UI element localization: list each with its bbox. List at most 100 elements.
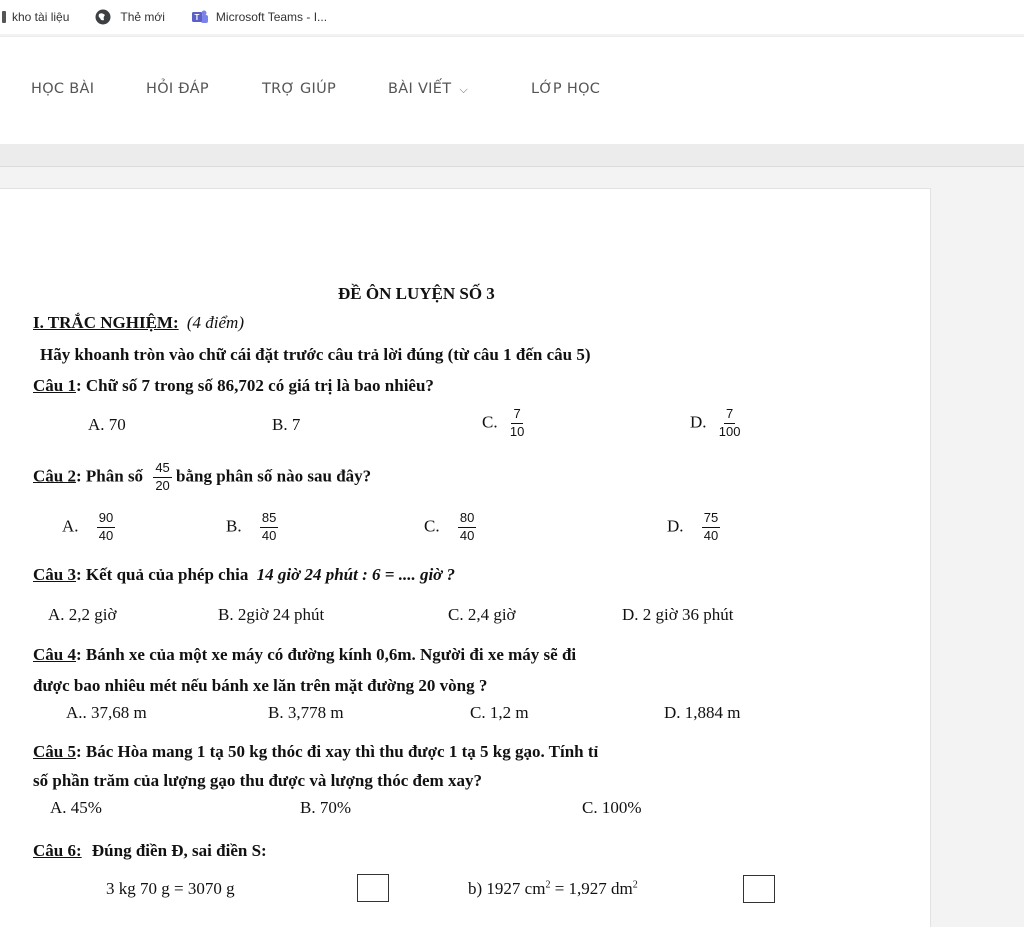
q6-item-a: 3 kg 70 g = 3070 g (106, 879, 235, 898)
fraction: 45 20 (153, 460, 172, 494)
q3-expression: 14 giờ 24 phút : 6 = .... giờ ? (256, 565, 456, 584)
option-letter: C. (482, 412, 498, 432)
q2-option-d: D. 75 40 (667, 510, 721, 544)
q2-option-a: A. 90 40 (62, 510, 116, 544)
numerator: 85 (259, 510, 279, 528)
bookmark-label: kho tài liệu (12, 10, 70, 24)
bookmark-microsoft-teams[interactable]: T Microsoft Teams - I... (191, 9, 327, 25)
option-letter: C. (424, 516, 440, 536)
q3-option-d: D. 2 giờ 36 phút (622, 605, 734, 624)
answer-box-b (743, 875, 775, 903)
q3-body: : Kết quả của phép chia (75, 565, 249, 584)
fraction: 7 10 (508, 406, 526, 440)
item-b-part2: = 1,927 dm (550, 879, 633, 898)
svg-text:T: T (194, 13, 199, 22)
q4-option-c: C. 1,2 m (470, 703, 529, 722)
q1-option-c: C. 7 10 (482, 406, 526, 440)
site-nav: HỌC BÀI HỎI ĐÁP TRỢ GIÚP BÀI VIẾT ⌵ LỚP H… (0, 36, 1024, 145)
q3-option-c: C. 2,4 giờ (448, 605, 516, 624)
q4-option-b: B. 3,778 m (268, 703, 344, 722)
denominator: 100 (718, 423, 741, 439)
q4-text-line2: được bao nhiêu mét nếu bánh xe lăn trên … (33, 676, 488, 695)
denominator: 40 (261, 527, 277, 543)
chevron-down-icon: ⌵ (459, 83, 469, 96)
q5-body: : Bác Hòa mang 1 tạ 50 kg thóc đi xay th… (75, 742, 599, 761)
q5-option-b: B. 70% (300, 798, 351, 817)
fraction: 85 40 (259, 510, 279, 544)
denominator: 10 (509, 423, 525, 439)
numerator: 75 (701, 510, 721, 528)
numerator: 7 (511, 406, 523, 424)
globe-icon (95, 9, 111, 25)
q6-text: Câu 6: Đúng điền Đ, sai điền S: (33, 842, 267, 859)
denominator: 40 (98, 527, 114, 543)
q5-option-c: C. 100% (582, 798, 642, 817)
q6-item-b: b) 1927 cm2 = 1,927 dm2 (468, 880, 638, 897)
teams-icon: T (191, 9, 208, 25)
q4-text-line1: Câu 4: Bánh xe của một xe máy có đường k… (33, 646, 576, 663)
q3-label: Câu 3 (33, 565, 76, 584)
bookmark-kho-tai-lieu[interactable]: kho tài liệu (2, 10, 69, 24)
q1-body: : Chữ số 7 trong số 86,702 có giá trị là… (75, 376, 434, 395)
numerator: 7 (724, 406, 736, 424)
q2-option-c: C. 80 40 (424, 510, 477, 544)
option-letter: A. (62, 516, 79, 536)
q3-option-b: B. 2giờ 24 phút (218, 605, 325, 624)
q3-option-a: A. 2,2 giờ (48, 605, 117, 624)
q5-option-a: A. 45% (50, 798, 102, 817)
q2-option-b: B. 85 40 (226, 510, 279, 544)
nav-bai-viet-label: BÀI VIẾT (388, 81, 452, 97)
option-letter: D. (667, 516, 684, 536)
q4-option-d: D. 1,884 m (664, 703, 741, 722)
numerator: 80 (457, 510, 477, 528)
denominator: 40 (703, 527, 719, 543)
divider-strip (0, 144, 1024, 167)
bookmark-icon (2, 11, 6, 23)
q5-text-line1: Câu 5: Bác Hòa mang 1 tạ 50 kg thóc đi x… (33, 743, 598, 760)
q5-text-line2: số phần trăm của lượng gạo thu được và l… (33, 771, 482, 790)
fraction: 7 100 (717, 406, 743, 440)
q2-label: Câu 2 (33, 466, 76, 486)
q4-body: : Bánh xe của một xe máy có đường kính 0… (75, 645, 577, 664)
q6-label: Câu 6: (33, 841, 82, 860)
denominator: 40 (459, 527, 475, 543)
option-letter: D. (690, 412, 707, 432)
bookmark-label: Thẻ mới (120, 10, 165, 24)
numerator: 90 (96, 510, 116, 528)
nav-bai-viet[interactable]: BÀI VIẾT ⌵ (388, 81, 468, 97)
item-b-part1: b) 1927 cm (468, 879, 546, 898)
document-image: ĐỀ ÔN LUYỆN SỐ 3 I. TRẮC NGHIỆM: (4 điểm… (0, 188, 931, 927)
bookmark-the-moi[interactable]: Thẻ mới (95, 9, 165, 25)
instruction: Hãy khoanh tròn vào chữ cái đặt trước câ… (40, 345, 591, 364)
q2-body-end: bằng phân số nào sau đây? (176, 466, 372, 486)
q1-option-d: D. 7 100 (690, 406, 743, 440)
numerator: 45 (153, 460, 172, 478)
q2-text: Câu 2: Phân số 45 20 bằng phân số nào sau… (33, 460, 372, 494)
denominator: 20 (155, 477, 170, 493)
doc-title: ĐỀ ÔN LUYỆN SỐ 3 (338, 284, 495, 303)
section-points: (4 điểm) (186, 313, 244, 332)
nav-hoc-bai[interactable]: HỌC BÀI (31, 81, 94, 97)
section-heading: I. TRẮC NGHIỆM: (4 điểm) (33, 314, 244, 331)
q1-option-a: A. 70 (88, 415, 126, 434)
q1-text: Câu 1: Chữ số 7 trong số 86,702 có giá t… (33, 377, 434, 394)
fraction: 75 40 (701, 510, 721, 544)
q4-label: Câu 4 (33, 645, 76, 664)
fraction: 90 40 (96, 510, 116, 544)
superscript: 2 (632, 879, 638, 891)
option-letter: B. (226, 516, 242, 536)
q2-body: : Phân số (75, 466, 144, 486)
q1-label: Câu 1 (33, 376, 76, 395)
answer-box-a (357, 874, 389, 902)
fraction: 80 40 (457, 510, 477, 544)
q5-label: Câu 5 (33, 742, 76, 761)
nav-tro-giup[interactable]: TRỢ GIÚP (262, 81, 336, 97)
bookmarks-bar: kho tài liệu Thẻ mới T Microsoft Teams -… (0, 0, 1024, 34)
nav-lop-hoc[interactable]: LỚP HỌC (531, 81, 600, 97)
nav-hoi-dap[interactable]: HỎI ĐÁP (146, 81, 209, 97)
q4-option-a: A.. 37,68 m (66, 703, 147, 722)
q1-option-b: B. 7 (272, 415, 301, 434)
q6-body: Đúng điền Đ, sai điền S: (91, 841, 267, 860)
q3-text: Câu 3: Kết quả của phép chia 14 giờ 24 p… (33, 566, 455, 583)
section-label: I. TRẮC NGHIỆM: (33, 313, 179, 332)
